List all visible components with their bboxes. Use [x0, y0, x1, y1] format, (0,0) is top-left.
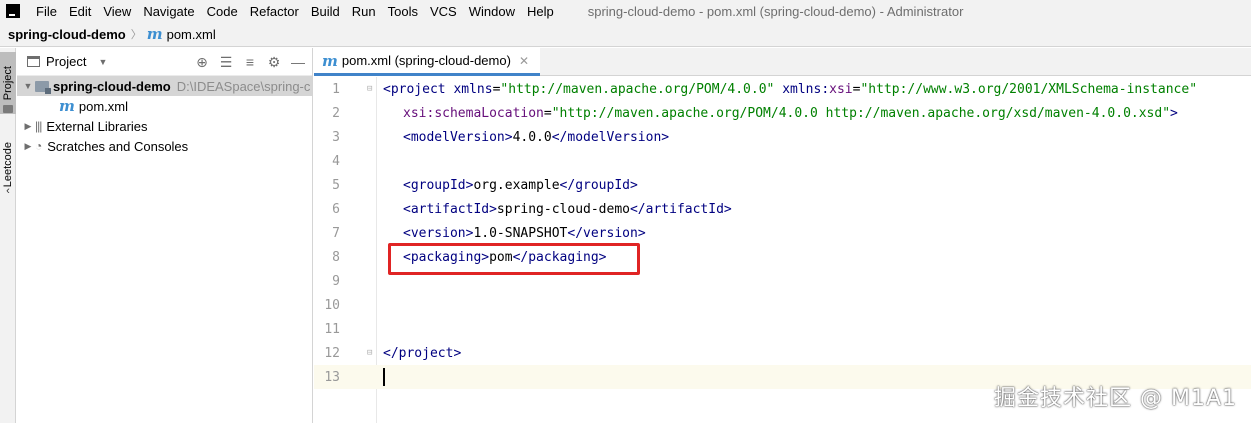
scratches-icon: ◔: [35, 139, 43, 153]
menu-view[interactable]: View: [103, 4, 131, 19]
breadcrumb-file[interactable]: pom.xml: [167, 27, 216, 42]
code-text: <artifactId>spring-cloud-demo</artifactI…: [403, 201, 732, 217]
menu-file[interactable]: File: [36, 4, 57, 19]
line-number: 12: [324, 345, 340, 361]
watermark: 掘金技术社区 @ M1A1: [993, 386, 1237, 411]
leetcode-icon: ‹: [6, 185, 10, 197]
expand-all-icon[interactable]: ☰: [218, 54, 234, 70]
menu-vcs[interactable]: VCS: [430, 4, 457, 19]
text-caret: [383, 368, 385, 386]
scratches-label: Scratches and Consoles: [47, 138, 189, 154]
collapsed-arrow-icon[interactable]: ▶: [21, 121, 35, 132]
menu-code[interactable]: Code: [207, 4, 238, 19]
line-number: 8: [332, 249, 340, 265]
leetcode-tool-label: Leetcode: [2, 142, 14, 188]
tree-row-pom[interactable]: m pom.xml: [17, 96, 312, 116]
menu-refactor[interactable]: Refactor: [250, 4, 299, 19]
locate-icon[interactable]: ⊕: [194, 54, 210, 70]
root-module-path: D:\IDEASpace\spring-c: [176, 78, 311, 94]
editor-tab-bar: m pom.xml (spring-cloud-demo) ✕: [314, 48, 1251, 76]
menu-navigate[interactable]: Navigate: [143, 4, 194, 19]
code-line-3[interactable]: 3 <modelVersion>4.0.0</modelVersion>: [314, 125, 1251, 149]
collapse-all-icon[interactable]: ≡: [242, 54, 258, 70]
breadcrumb: spring-cloud-demo 〉 m pom.xml: [0, 22, 1251, 47]
project-panel-toolbar: ⊕ ☰ ≡ ⚙ —: [194, 54, 306, 71]
menu-edit[interactable]: Edit: [69, 4, 91, 19]
tree-row-scratches[interactable]: ▶ ◔ Scratches and Consoles: [17, 136, 312, 156]
breadcrumb-project[interactable]: spring-cloud-demo: [8, 27, 126, 42]
code-line-6[interactable]: 6 <artifactId>spring-cloud-demo</artifac…: [314, 197, 1251, 221]
close-tab-icon[interactable]: ✕: [519, 54, 529, 68]
line-number: 7: [332, 225, 340, 241]
left-tool-strip: Project Leetcode ‹: [0, 48, 16, 423]
code-text: xsi:schemaLocation="http://maven.apache.…: [403, 105, 1178, 121]
library-icon: |||: [35, 119, 42, 133]
menu-help[interactable]: Help: [527, 4, 554, 19]
fold-marker-icon[interactable]: ⊟: [367, 84, 383, 94]
fold-marker-icon[interactable]: ⊟: [367, 348, 383, 358]
menu-run[interactable]: Run: [352, 4, 376, 19]
line-number: 5: [332, 177, 340, 193]
project-view-selector[interactable]: Project: [46, 54, 86, 69]
tree-row-root[interactable]: ▼ spring-cloud-demo D:\IDEASpace\spring-…: [17, 76, 312, 96]
editor-tab-pom[interactable]: m pom.xml (spring-cloud-demo) ✕: [314, 48, 540, 76]
module-folder-icon: [35, 80, 51, 94]
maven-file-icon: m: [59, 97, 75, 115]
hide-panel-icon[interactable]: —: [290, 54, 306, 70]
external-libraries-label: External Libraries: [46, 118, 148, 134]
pom-file-label: pom.xml: [78, 98, 128, 114]
expanded-arrow-icon[interactable]: ▼: [21, 81, 35, 91]
chevron-right-icon: 〉: [130, 29, 142, 41]
collapsed-arrow-icon[interactable]: ▶: [21, 141, 35, 152]
menu-build[interactable]: Build: [311, 4, 340, 19]
root-module-label: spring-cloud-demo: [53, 78, 171, 94]
dropdown-arrow-icon[interactable]: ▼: [98, 57, 107, 67]
editor-pane: m pom.xml (spring-cloud-demo) ✕ 1 ⊟ <pro…: [314, 48, 1251, 423]
line-number: 11: [324, 321, 340, 337]
maven-file-icon: m: [146, 25, 163, 43]
line-number: 2: [332, 105, 340, 121]
code-text: <groupId>org.example</groupId>: [403, 177, 638, 193]
code-line-1[interactable]: 1 ⊟ <project xmlns="http://maven.apache.…: [314, 77, 1251, 101]
project-window-icon: [27, 56, 40, 67]
code-line-5[interactable]: 5 <groupId>org.example</groupId>: [314, 173, 1251, 197]
intellij-logo-icon[interactable]: [6, 4, 20, 18]
code-line-11[interactable]: 11: [314, 317, 1251, 341]
code-line-2[interactable]: 2 xsi:schemaLocation="http://maven.apach…: [314, 101, 1251, 125]
code-line-7[interactable]: 7 <version>1.0-SNAPSHOT</version>: [314, 221, 1251, 245]
folder-icon: [0, 96, 16, 118]
highlight-box: [388, 243, 640, 275]
code-line-10[interactable]: 10: [314, 293, 1251, 317]
project-panel: Project ▼ ⊕ ☰ ≡ ⚙ — ▼ spring-cloud-demo …: [17, 48, 313, 423]
code-text: <version>1.0-SNAPSHOT</version>: [403, 225, 646, 241]
code-text: <modelVersion>4.0.0</modelVersion>: [403, 129, 670, 145]
line-number: 6: [332, 201, 340, 217]
code-text: </project>: [383, 345, 462, 361]
menu-bar: File Edit View Navigate Code Refactor Bu…: [0, 0, 1251, 22]
window-title: spring-cloud-demo - pom.xml (spring-clou…: [587, 3, 964, 19]
line-number: 1: [332, 81, 340, 97]
code-text: <project xmlns="http://maven.apache.org/…: [383, 81, 1198, 97]
line-number: 13: [324, 369, 340, 385]
line-number: 3: [332, 129, 340, 145]
project-tree: ▼ spring-cloud-demo D:\IDEASpace\spring-…: [17, 76, 312, 156]
menu-tools[interactable]: Tools: [388, 4, 418, 19]
project-tool-label: Project: [2, 65, 14, 101]
line-number: 4: [332, 153, 340, 169]
maven-file-icon: m: [322, 51, 338, 70]
line-number: 10: [324, 297, 340, 313]
settings-gear-icon[interactable]: ⚙: [266, 54, 282, 70]
code-line-4[interactable]: 4: [314, 149, 1251, 173]
editor-tab-label: pom.xml (spring-cloud-demo): [341, 53, 511, 68]
line-number: 9: [332, 273, 340, 289]
code-line-12[interactable]: 12 ⊟ </project>: [314, 341, 1251, 365]
tree-row-external-libraries[interactable]: ▶ ||| External Libraries: [17, 116, 312, 136]
menu-window[interactable]: Window: [469, 4, 515, 19]
